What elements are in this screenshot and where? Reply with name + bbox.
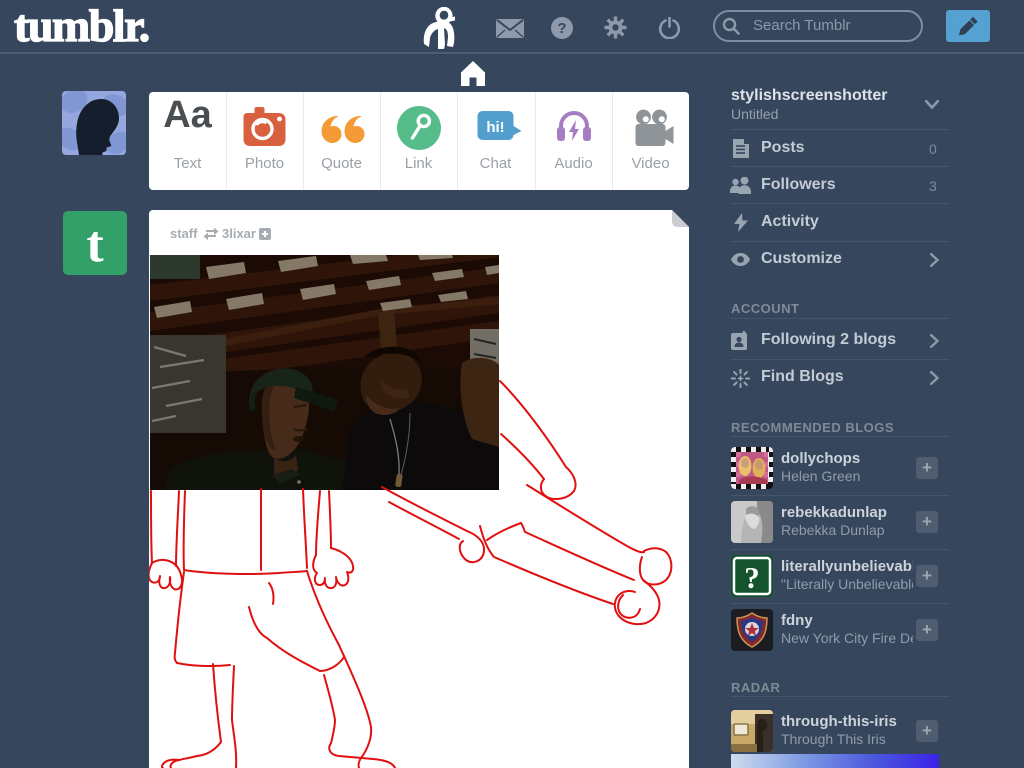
svg-text:?: ? <box>744 560 760 595</box>
svg-text:t: t <box>86 216 104 273</box>
svg-text:?: ? <box>557 20 566 37</box>
svg-text:hi!: hi! <box>486 119 504 136</box>
